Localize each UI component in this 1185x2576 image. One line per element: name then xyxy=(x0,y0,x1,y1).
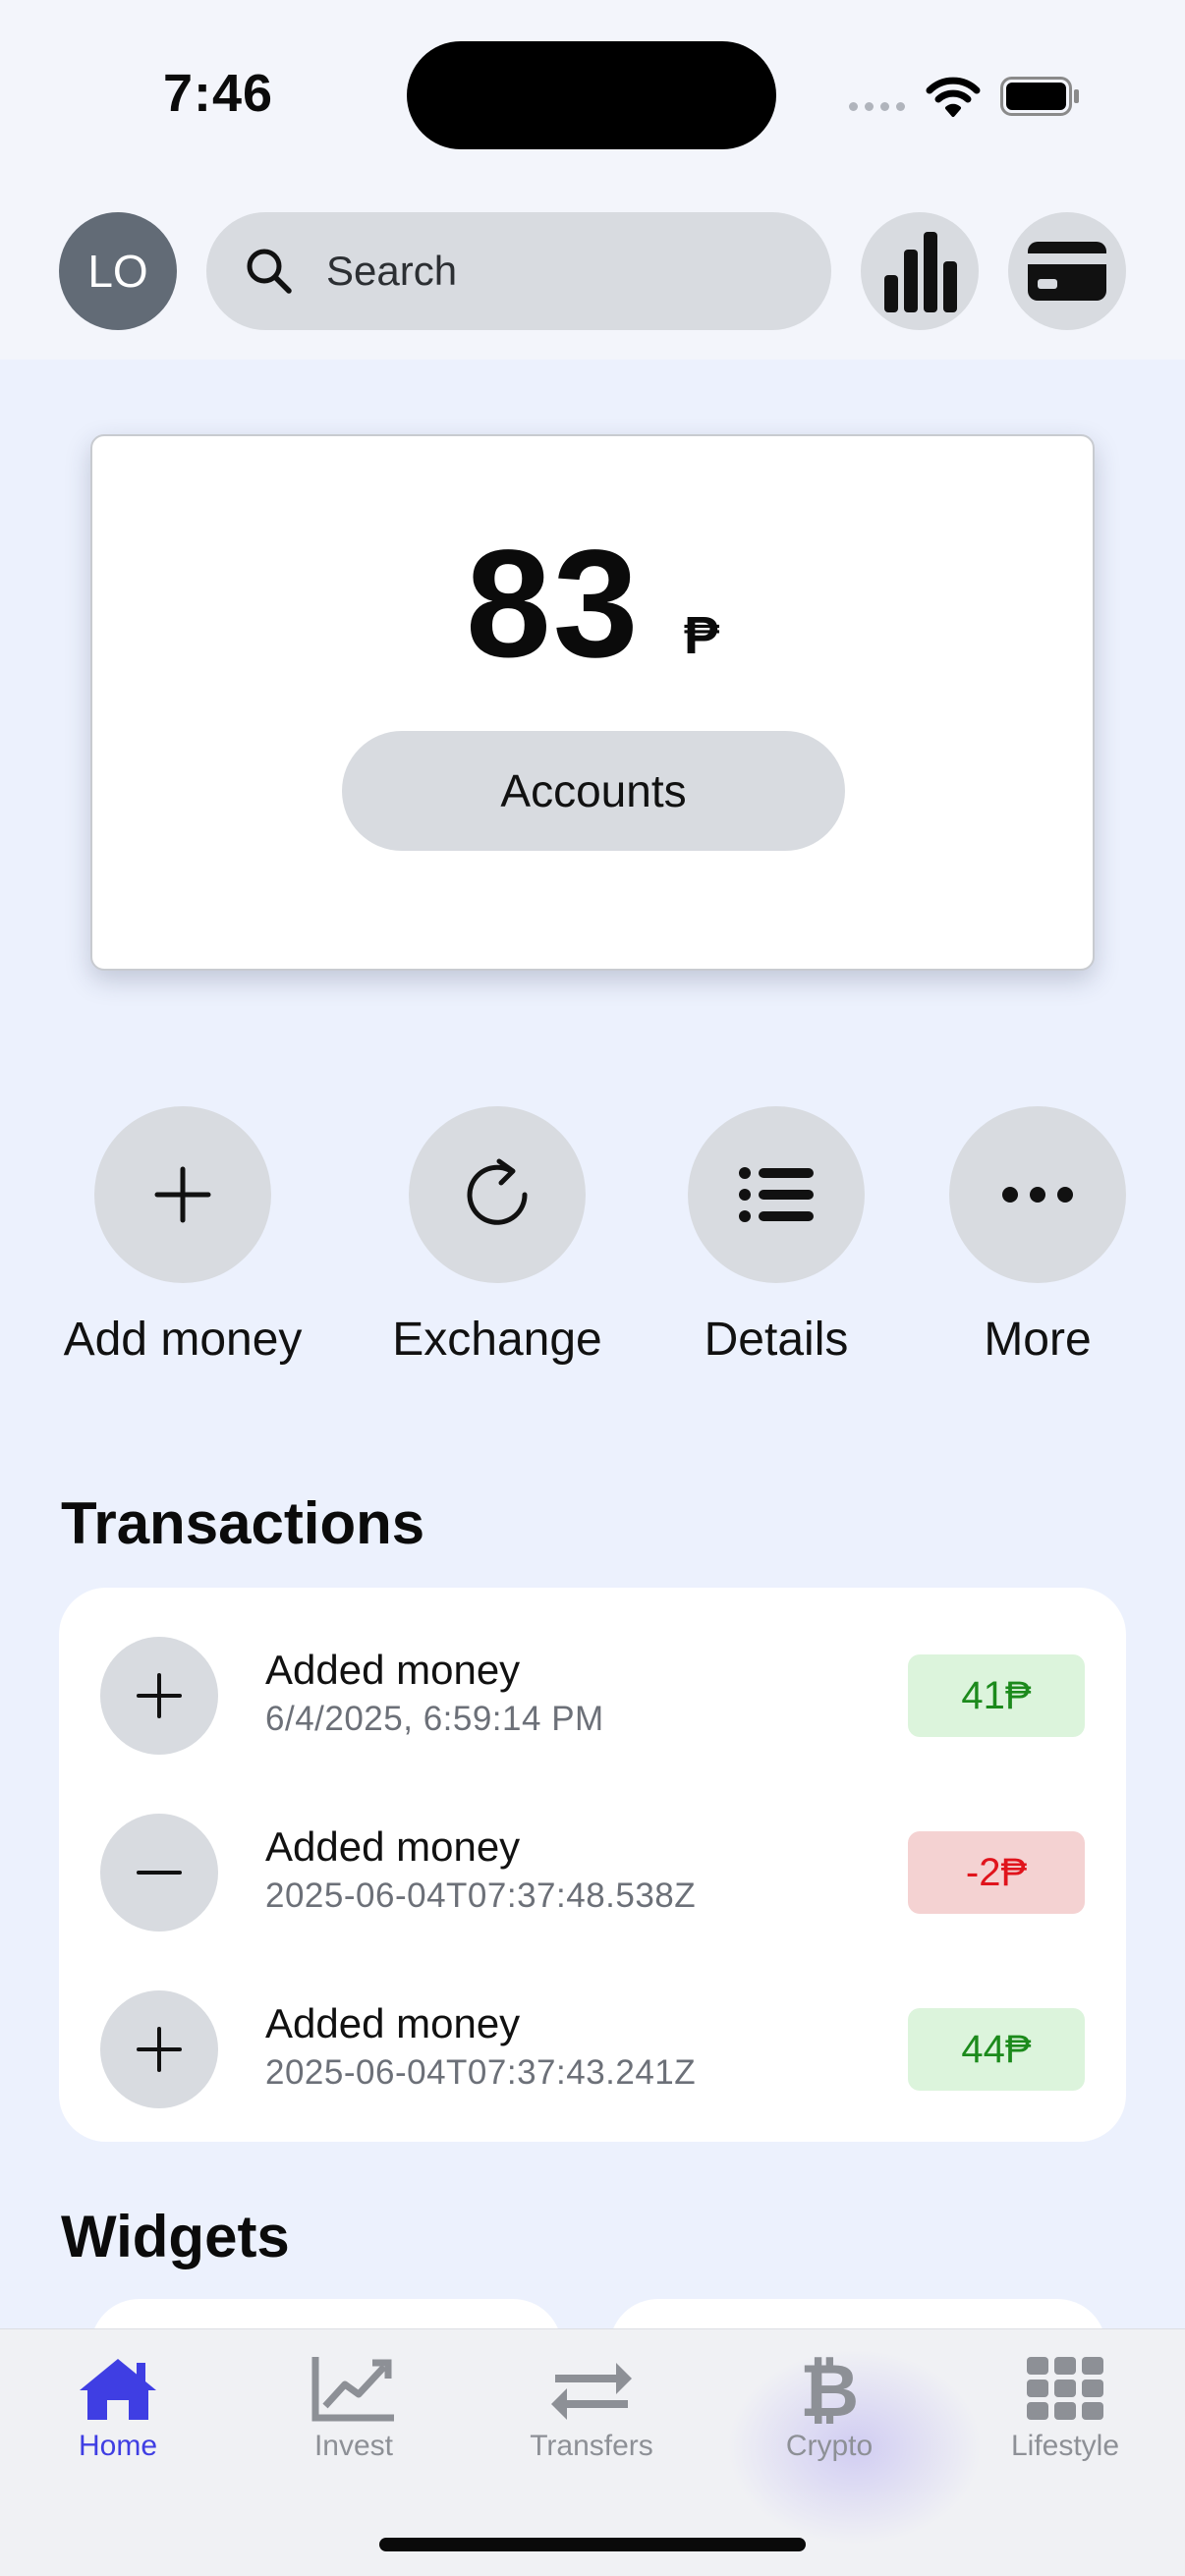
balance-currency: ₱ xyxy=(684,606,720,665)
transaction-row[interactable]: Added money 2025-06-04T07:37:43.241Z 44₱ xyxy=(59,1967,1126,2124)
transaction-title: Added money xyxy=(265,1647,521,1693)
status-time: 7:46 xyxy=(163,64,274,123)
search-icon xyxy=(247,249,292,294)
details-action[interactable]: Details xyxy=(649,1106,904,1367)
refresh-icon xyxy=(467,1158,528,1225)
chart-line-icon xyxy=(311,2357,394,2422)
details-button[interactable] xyxy=(688,1106,865,1283)
minus-icon xyxy=(137,1871,182,1875)
transaction-icon-circle xyxy=(100,1637,218,1755)
tab-crypto-label: Crypto xyxy=(785,2430,874,2462)
balance-amount: 83 xyxy=(466,519,641,690)
tab-invest-label: Invest xyxy=(313,2430,394,2462)
transaction-row[interactable]: Added money 6/4/2025, 6:59:14 PM 41₱ xyxy=(59,1613,1126,1770)
transaction-title: Added money xyxy=(265,1823,521,1870)
cellular-signal-icon xyxy=(849,102,905,111)
dynamic-island xyxy=(407,41,776,149)
transfer-arrows-icon xyxy=(551,2363,632,2420)
status-bar: 7:46 xyxy=(0,0,1185,196)
transaction-amount-badge: 44₱ xyxy=(908,2008,1085,2091)
add-money-action[interactable]: Add money xyxy=(55,1106,310,1367)
list-icon xyxy=(739,1167,814,1222)
transaction-date: 2025-06-04T07:37:43.241Z xyxy=(265,2053,697,2092)
exchange-label: Exchange xyxy=(392,1314,602,1366)
tab-lifestyle-label: Lifestyle xyxy=(1010,2430,1120,2462)
balance-card: 83 ₱ Accounts xyxy=(90,434,1095,971)
transaction-icon-circle xyxy=(100,1990,218,2108)
search-placeholder: Search xyxy=(326,248,458,294)
tab-home[interactable]: Home xyxy=(20,2353,216,2463)
plus-icon xyxy=(137,2027,182,2072)
avatar[interactable]: LO xyxy=(59,212,177,330)
cards-button[interactable] xyxy=(1008,212,1126,330)
svg-text:₿: ₿ xyxy=(800,2353,859,2424)
transaction-row[interactable]: Added money 2025-06-04T07:37:48.538Z -2₱ xyxy=(59,1790,1126,1947)
transaction-date: 6/4/2025, 6:59:14 PM xyxy=(265,1700,604,1738)
grid-icon xyxy=(1027,2357,1103,2420)
plus-icon xyxy=(137,1673,182,1718)
search-input[interactable]: Search xyxy=(206,212,831,330)
transactions-title: Transactions xyxy=(61,1490,425,1556)
tab-crypto[interactable]: ₿ Crypto xyxy=(731,2353,928,2463)
more-action[interactable]: More xyxy=(910,1106,1165,1367)
exchange-action[interactable]: Exchange xyxy=(369,1106,625,1367)
statistics-button[interactable] xyxy=(861,212,979,330)
credit-card-icon xyxy=(1028,242,1106,301)
tab-bar: Home Invest Transfers ₿ Crypto Lifestyle xyxy=(0,2328,1185,2576)
home-indicator xyxy=(379,2538,806,2551)
more-icon xyxy=(1002,1187,1073,1203)
widgets-title: Widgets xyxy=(61,2204,290,2269)
more-label: More xyxy=(984,1314,1092,1366)
wifi-icon xyxy=(926,77,981,117)
bar-chart-icon xyxy=(884,232,957,312)
transaction-icon-circle xyxy=(100,1814,218,1932)
plus-icon xyxy=(154,1166,211,1223)
tab-transfers-label: Transfers xyxy=(530,2430,653,2462)
bitcoin-icon: ₿ xyxy=(800,2353,859,2424)
tab-invest[interactable]: Invest xyxy=(255,2353,452,2463)
battery-icon xyxy=(1000,77,1079,116)
transaction-amount-badge: 41₱ xyxy=(908,1654,1085,1737)
tab-home-label: Home xyxy=(78,2430,158,2462)
transaction-amount-badge: -2₱ xyxy=(908,1831,1085,1914)
details-label: Details xyxy=(704,1314,849,1366)
exchange-button[interactable] xyxy=(409,1106,586,1283)
tab-transfers[interactable]: Transfers xyxy=(493,2353,690,2463)
accounts-button[interactable]: Accounts xyxy=(342,731,845,851)
tab-lifestyle[interactable]: Lifestyle xyxy=(967,2353,1163,2463)
transaction-title: Added money xyxy=(265,2000,521,2046)
transactions-list: Added money 6/4/2025, 6:59:14 PM 41₱ Add… xyxy=(59,1588,1126,2142)
home-icon xyxy=(80,2359,156,2420)
add-money-button[interactable] xyxy=(94,1106,271,1283)
add-money-label: Add money xyxy=(63,1314,303,1366)
transaction-date: 2025-06-04T07:37:48.538Z xyxy=(265,1876,697,1915)
more-button[interactable] xyxy=(949,1106,1126,1283)
